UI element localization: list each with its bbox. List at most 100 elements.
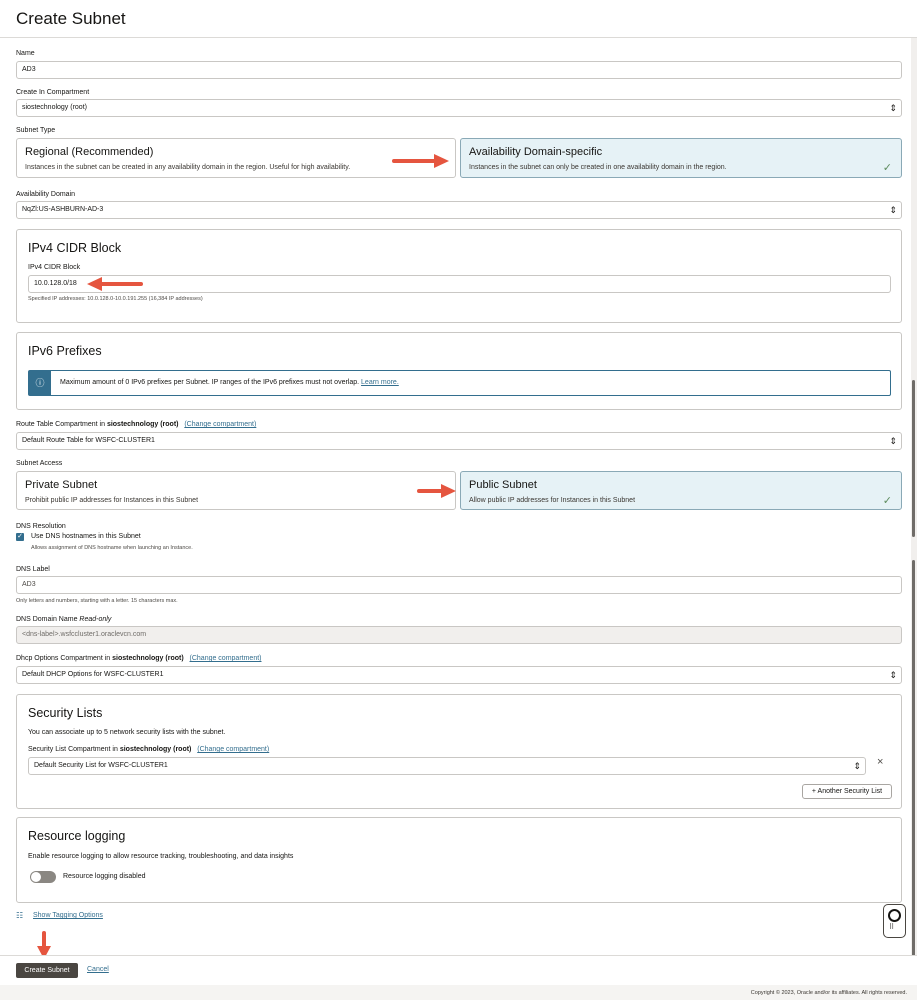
name-input[interactable]: AD3 [16,61,902,79]
compartment-label: Create In Compartment [16,89,90,96]
regional-title: Regional (Recommended) [25,146,154,158]
toggle-knob [31,872,41,882]
dns-hostnames-checkbox[interactable]: ✓ [16,533,24,541]
ipv4-panel: IPv4 CIDR Block IPv4 CIDR Block 10.0.128… [16,229,902,323]
page-title: Create Subnet [16,9,126,28]
dns-domain-label: DNS Domain Name Read-only [16,616,111,623]
remove-security-list-close-icon[interactable]: × [877,756,883,768]
resource-logging-toggle[interactable] [30,871,56,883]
copyright-text: Copyright © 2023, Oracle and/or its affi… [750,990,907,996]
resource-logging-panel: Resource logging Enable resource logging… [16,817,902,903]
route-table-compartment-label: Route Table Compartment in siostechnolog… [16,421,256,428]
security-list-select[interactable]: Default Security List for WSFC-CLUSTER1 … [28,757,866,775]
subnet-access-label: Subnet Access [16,460,63,467]
help-widget-button[interactable]: ⠿ [883,904,906,938]
selected-check-icon: ✓ [882,162,892,174]
security-list-compartment-name: siostechnology (root) [119,746,192,753]
page-header: Create Subnet [0,0,917,38]
subnet-type-regional-card[interactable]: Regional (Recommended) Instances in the … [16,138,456,178]
route-table-label-prefix: Route Table Compartment in [16,421,105,428]
security-list-compartment-label: Security List Compartment in siostechnol… [28,746,269,753]
change-compartment-link[interactable]: (Change compartment) [197,746,269,753]
read-only-tag: Read-only [79,616,112,623]
dns-domain-name-field: <dns-label>.wsfccluster1.oraclevcn.com [16,626,902,644]
form-body: Name AD3 Create In Compartment siostechn… [0,38,911,955]
compartment-select[interactable]: siostechnology (root) ⇕ [16,99,902,117]
private-subnet-desc: Prohibit public IP addresses for Instanc… [25,497,199,504]
select-chevron-icon: ⇕ [889,436,897,446]
learn-more-link[interactable]: Learn more. [361,379,399,386]
dhcp-compartment-label: Dhcp Options Compartment in siostechnolo… [16,655,262,662]
scrollbar-thumb-lower[interactable] [912,560,915,957]
private-subnet-card[interactable]: Private Subnet Prohibit public IP addres… [16,471,456,510]
dns-label-input[interactable]: AD3 [16,576,902,594]
route-table-select[interactable]: Default Route Table for WSFC-CLUSTER1 ⇕ [16,432,902,450]
tagging-options-icon: ☷ [16,911,24,920]
create-subnet-button[interactable]: Create Subnet [16,963,78,978]
regional-desc: Instances in the subnet can be created i… [25,164,351,171]
ipv4-hint: Specified IP addresses: 10.0.128.0-10.0.… [28,296,203,302]
security-list-value: Default Security List for WSFC-CLUSTER1 [34,762,168,769]
public-subnet-desc: Allow public IP addresses for Instances … [469,497,636,504]
name-label: Name [16,50,35,57]
ipv6-info-message: Maximum amount of 0 IPv6 prefixes per Su… [60,379,360,386]
resource-logging-toggle-label: Resource logging disabled [63,873,146,880]
availability-domain-label: Availability Domain [16,191,76,198]
dhcp-compartment-name: siostechnology (root) [112,655,184,662]
annotation-arrow-icon [37,931,51,955]
dns-resolution-label: DNS Resolution [16,523,66,530]
subnet-type-label: Subnet Type [16,127,56,134]
footer-bar [0,955,917,985]
lifebuoy-icon [888,909,901,922]
select-chevron-icon: ⇕ [889,103,897,113]
security-lists-title: Security Lists [28,706,103,720]
grid-dots-icon: ⠿ [889,924,895,931]
dns-hostnames-checkbox-label: Use DNS hostnames in this Subnet [31,533,141,540]
public-subnet-card[interactable]: Public Subnet Allow public IP addresses … [460,471,902,510]
resource-logging-title: Resource logging [28,829,126,843]
ipv4-label: IPv4 CIDR Block [28,264,81,271]
info-icon: ⓘ [29,371,51,395]
security-list-label-prefix: Security List Compartment in [28,746,118,753]
dhcp-label-prefix: Dhcp Options Compartment in [16,655,111,662]
select-chevron-icon: ⇕ [889,205,897,215]
public-subnet-title: Public Subnet [469,479,537,491]
security-lists-panel: Security Lists You can associate up to 5… [16,694,902,809]
ipv4-cidr-input[interactable]: 10.0.128.0/18 [28,275,891,293]
ipv6-panel: IPv6 Prefixes ⓘ Maximum amount of 0 IPv6… [16,332,902,410]
cancel-link[interactable]: Cancel [87,966,109,973]
dns-label-label: DNS Label [16,566,50,573]
scrollbar[interactable] [911,38,917,957]
ipv6-info-text: Maximum amount of 0 IPv6 prefixes per Su… [60,379,399,386]
add-another-security-list-button[interactable]: + Another Security List [802,784,892,799]
compartment-value: siostechnology (root) [22,104,87,111]
select-chevron-icon: ⇕ [853,761,861,771]
ipv6-title: IPv6 Prefixes [28,344,102,358]
select-chevron-icon: ⇕ [889,670,897,680]
availability-domain-value: NqZl:US-ASHBURN-AD-3 [22,206,104,213]
change-compartment-link[interactable]: (Change compartment) [184,421,256,428]
private-subnet-title: Private Subnet [25,479,98,491]
subnet-type-ad-specific-card[interactable]: Availability Domain-specific Instances i… [460,138,902,178]
ipv6-info-box: ⓘ Maximum amount of 0 IPv6 prefixes per … [28,370,891,396]
security-lists-desc: You can associate up to 5 network securi… [28,729,226,736]
dhcp-options-value: Default DHCP Options for WSFC-CLUSTER1 [22,671,164,678]
dns-hostnames-hint: Allows assignment of DNS hostname when l… [31,545,193,551]
change-compartment-link[interactable]: (Change compartment) [190,655,262,662]
availability-domain-select[interactable]: NqZl:US-ASHBURN-AD-3 ⇕ [16,201,902,219]
scrollbar-thumb-upper[interactable] [912,380,915,537]
annotation-arrow-icon [417,484,456,498]
dns-label-hint: Only letters and numbers, starting with … [16,598,178,604]
selected-check-icon: ✓ [882,495,892,507]
ipv4-title: IPv4 CIDR Block [28,241,122,255]
annotation-arrow-icon [392,154,449,168]
ad-specific-title: Availability Domain-specific [469,146,603,158]
dns-domain-label-text: DNS Domain Name [16,616,78,623]
ad-specific-desc: Instances in the subnet can only be crea… [469,164,727,171]
route-table-compartment-name: siostechnology (root) [106,421,179,428]
dhcp-options-select[interactable]: Default DHCP Options for WSFC-CLUSTER1 ⇕ [16,666,902,684]
route-table-value: Default Route Table for WSFC-CLUSTER1 [22,437,155,444]
show-tagging-options-link[interactable]: Show Tagging Options [33,912,103,919]
annotation-arrow-icon [87,277,143,291]
resource-logging-desc: Enable resource logging to allow resourc… [28,853,294,860]
